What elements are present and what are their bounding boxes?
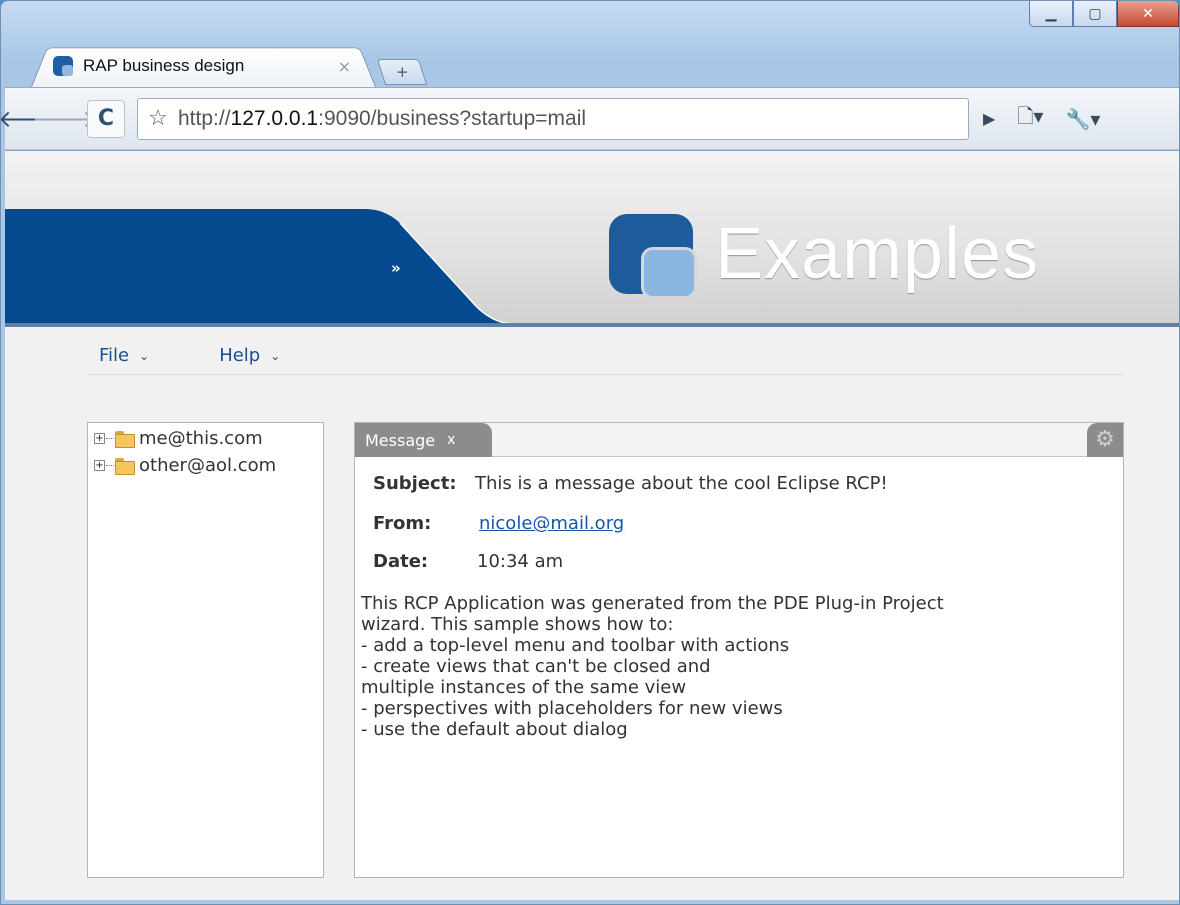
tree-node-label: me@this.com <box>139 427 263 449</box>
url-text[interactable]: http://127.0.0.1:9090/business?startup=m… <box>178 107 586 131</box>
tab-strip: RAP business design × + <box>1 1 1179 87</box>
chevron-down-icon: ⌄ <box>139 348 150 363</box>
forward-button[interactable]: 🡒 <box>32 102 96 136</box>
browser-tab-content[interactable]: RAP business design × <box>53 51 363 81</box>
gear-icon[interactable]: ⚙ <box>1087 423 1123 457</box>
subject-label: Subject: <box>373 473 457 494</box>
message-body: This RCP Application was generated from … <box>361 593 944 740</box>
url-host: 127.0.0.1 <box>230 106 319 130</box>
menu-file[interactable]: File ⌄ <box>99 345 149 366</box>
message-view: Message x ⚙ Subject: This is a message a… <box>354 422 1124 878</box>
wrench-menu-icon[interactable]: 🔧▾ <box>1065 107 1100 131</box>
date-value: 10:34 am <box>477 551 564 572</box>
tab-title: RAP business design <box>83 56 245 75</box>
tree-node[interactable]: + me@this.com <box>88 426 323 450</box>
browser-toolbar: 🡐 🡒 C ☆ http://127.0.0.1:9090/business?s… <box>1 87 1179 149</box>
tab-message-label: Message <box>365 430 436 450</box>
page-viewport: » Examples File ⌄ Help ⌄ + me@this.com +… <box>5 150 1179 900</box>
from-label: From: <box>373 513 432 534</box>
examples-logo-icon <box>609 214 699 299</box>
play-icon[interactable]: ▶ <box>983 109 995 128</box>
url-scheme: http:// <box>178 106 231 130</box>
page-menu-icon[interactable]: 🗋▾ <box>1017 102 1043 136</box>
bookmark-star-icon[interactable]: ☆ <box>138 106 178 131</box>
chevron-down-icon: ⌄ <box>270 348 281 363</box>
banner-divider <box>5 323 1179 327</box>
tree-connector <box>106 437 114 439</box>
app-menubar: File ⌄ Help ⌄ <box>87 337 1123 375</box>
chevron-double-right-icon[interactable]: » <box>391 259 401 277</box>
date-label: Date: <box>373 551 429 572</box>
from-link[interactable]: nicole@mail.org <box>479 513 624 534</box>
address-bar[interactable]: ☆ http://127.0.0.1:9090/business?startup… <box>137 97 969 140</box>
banner-blue-shape <box>5 209 535 326</box>
mailbox-tree: + me@this.com + other@aol.com <box>87 422 324 878</box>
tab-message[interactable]: Message x <box>355 423 492 457</box>
tree-node[interactable]: + other@aol.com <box>88 453 323 477</box>
view-tabbar: Message x ⚙ <box>355 423 1123 457</box>
folder-icon <box>115 430 135 448</box>
menu-file-label: File <box>99 345 130 366</box>
folder-icon <box>115 457 135 475</box>
tab-close-icon[interactable]: × <box>338 57 351 76</box>
expand-icon[interactable]: + <box>94 459 105 471</box>
tree-connector <box>106 464 114 466</box>
expand-icon[interactable]: + <box>94 432 105 444</box>
app-banner: » Examples <box>5 151 1179 327</box>
url-path: :9090/business?startup=mail <box>318 106 587 130</box>
date-row: Date: 10:34 am <box>373 551 563 572</box>
tree-node-label: other@aol.com <box>139 454 277 476</box>
close-icon[interactable]: x <box>447 432 455 448</box>
from-row: From: nicole@mail.org <box>373 513 624 534</box>
subject-row: Subject: This is a message about the coo… <box>373 473 888 494</box>
favicon-icon <box>53 56 73 76</box>
browser-window: ▁ ▢ ✕ RAP business design × + 🡐 🡒 C ☆ ht… <box>0 0 1180 905</box>
menu-help[interactable]: Help ⌄ <box>219 345 280 366</box>
new-tab-icon: + <box>395 63 409 81</box>
banner-title: Examples <box>715 214 1040 294</box>
new-tab-button[interactable]: + <box>376 59 428 85</box>
reload-button[interactable]: C <box>87 99 125 138</box>
menu-help-label: Help <box>219 345 261 366</box>
subject-value: This is a message about the cool Eclipse… <box>475 473 888 494</box>
